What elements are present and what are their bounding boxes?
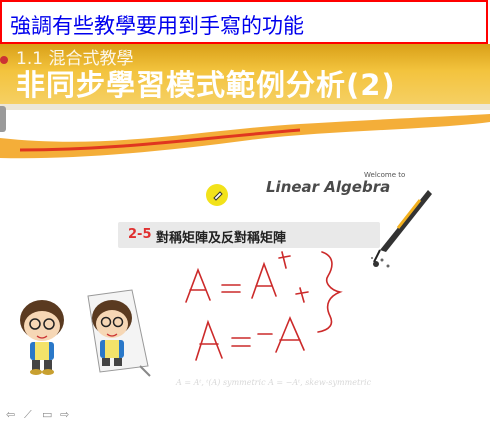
- side-panel-handle[interactable]: [0, 106, 6, 132]
- feather-pen-icon: [371, 190, 432, 268]
- slide-controls: ⇦ ⟋ ▭ ⇨: [0, 402, 490, 430]
- pointer-cursor: [206, 184, 228, 206]
- faint-note: A = Aᵗ, ᵗ(A) symmetric A = −Aᵗ, skew-sym…: [176, 378, 372, 387]
- topic-number: 2-5: [128, 227, 152, 242]
- cartoon-student-left: [20, 300, 64, 375]
- banner-text: 強調有些教學要用到手寫的功能: [10, 14, 304, 38]
- course-logo: Linear Algebra: [266, 178, 391, 196]
- topic-bar: 2-5 對稱矩陣及反對稱矩陣: [118, 222, 380, 248]
- handwriting-ink: [185, 251, 343, 361]
- slide-header: 1.1 混合式教學 非同步學習模式範例分析(2): [0, 44, 490, 110]
- topic-title: 對稱矩陣及反對稱矩陣: [156, 231, 287, 246]
- slide-title: 非同步學習模式範例分析(2): [16, 68, 396, 102]
- forward-arrow-icon[interactable]: ⇨: [60, 408, 69, 421]
- pen-tool-icon[interactable]: ⟋: [24, 408, 32, 422]
- screen-icon[interactable]: ▭: [42, 408, 52, 421]
- annotation-banner: 強調有些教學要用到手寫的功能: [0, 0, 488, 44]
- header-marker: [0, 56, 8, 64]
- pencil-icon: [213, 191, 223, 201]
- cartoon-student-easel: [87, 289, 151, 377]
- back-arrow-icon[interactable]: ⇦: [6, 408, 15, 421]
